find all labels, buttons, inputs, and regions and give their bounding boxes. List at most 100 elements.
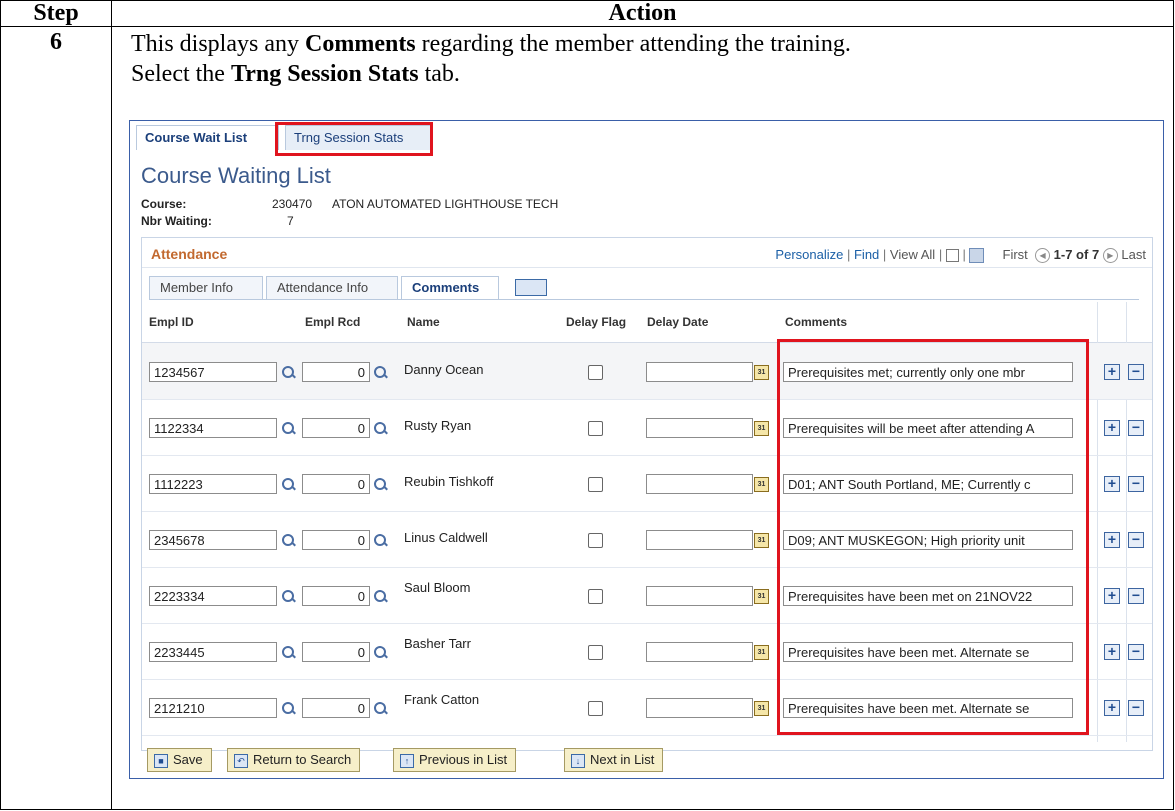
delete-row-icon[interactable]: − (1128, 476, 1144, 492)
calendar-icon[interactable]: 31 (754, 589, 769, 604)
empl-rcd-field[interactable]: 0 (302, 642, 370, 662)
grid-header: Attendance Personalize | Find | View All… (142, 238, 1152, 268)
col-delay-flag: Delay Flag (566, 315, 627, 329)
delay-flag-checkbox[interactable] (588, 645, 603, 660)
delay-flag-checkbox[interactable] (588, 701, 603, 716)
empl-id-field[interactable]: 1234567 (149, 362, 277, 382)
next-page-icon[interactable]: ▶ (1102, 248, 1118, 264)
calendar-icon[interactable]: 31 (754, 701, 769, 716)
delete-row-icon[interactable]: − (1128, 700, 1144, 716)
find-link[interactable]: Find (854, 247, 879, 262)
empl-id-field[interactable]: 2121210 (149, 698, 277, 718)
nbr-waiting-label: Nbr Waiting: (141, 214, 212, 228)
member-name: Saul Bloom (404, 580, 471, 595)
next-list-icon: ↓ (571, 753, 585, 768)
next-in-list-button[interactable]: ↓ Next in List (564, 748, 664, 772)
grid-title: Attendance (151, 246, 228, 262)
tab-comments[interactable]: Comments (401, 276, 499, 299)
delay-flag-checkbox[interactable] (588, 421, 603, 436)
add-row-icon[interactable]: + (1104, 588, 1120, 604)
delete-row-icon[interactable]: − (1128, 644, 1144, 660)
save-button[interactable]: ■ Save (147, 748, 212, 772)
add-row-icon[interactable]: + (1104, 644, 1120, 660)
view-all-link[interactable]: View All (890, 247, 935, 262)
lookup-icon[interactable] (373, 365, 387, 379)
delay-date-field[interactable] (646, 474, 753, 494)
zoom-icon[interactable] (945, 249, 959, 263)
col-name: Name (407, 315, 440, 329)
member-name: Basher Tarr (404, 636, 471, 651)
calendar-icon[interactable]: 31 (754, 421, 769, 436)
delay-date-field[interactable] (646, 642, 753, 662)
lookup-icon[interactable] (373, 701, 387, 715)
empl-rcd-field[interactable]: 0 (302, 530, 370, 550)
delete-row-icon[interactable]: − (1128, 420, 1144, 436)
delay-flag-checkbox[interactable] (588, 589, 603, 604)
col-empl-id: Empl ID (149, 315, 194, 329)
lookup-icon[interactable] (373, 589, 387, 603)
delete-row-icon[interactable]: − (1128, 588, 1144, 604)
previous-in-list-button[interactable]: ↑ Previous in List (393, 748, 517, 772)
member-name: Danny Ocean (404, 362, 484, 377)
personalize-link[interactable]: Personalize (775, 247, 843, 262)
first-link[interactable]: First (1003, 247, 1028, 262)
delay-date-field[interactable] (646, 362, 753, 382)
lookup-icon[interactable] (281, 365, 295, 379)
empl-rcd-field[interactable]: 0 (302, 698, 370, 718)
delay-flag-checkbox[interactable] (588, 477, 603, 492)
delay-date-field[interactable] (646, 418, 753, 438)
lookup-icon[interactable] (373, 533, 387, 547)
download-grid-icon[interactable] (969, 248, 985, 264)
course-label: Course: (141, 197, 187, 211)
empl-id-field[interactable]: 1122334 (149, 418, 277, 438)
add-row-icon[interactable]: + (1104, 700, 1120, 716)
previous-page-icon[interactable]: ◀ (1035, 248, 1051, 264)
lookup-icon[interactable] (281, 589, 295, 603)
empl-rcd-field[interactable]: 0 (302, 362, 370, 382)
lookup-icon[interactable] (281, 533, 295, 547)
add-row-icon[interactable]: + (1104, 532, 1120, 548)
add-row-icon[interactable]: + (1104, 476, 1120, 492)
tab-attendance-info[interactable]: Attendance Info (266, 276, 398, 299)
return-to-search-button[interactable]: ↶ Return to Search (227, 748, 361, 772)
delay-date-field[interactable] (646, 698, 753, 718)
step-number: 6 (0, 26, 112, 810)
empl-rcd-field[interactable]: 0 (302, 418, 370, 438)
empl-id-field[interactable]: 1112223 (149, 474, 277, 494)
calendar-icon[interactable]: 31 (754, 477, 769, 492)
calendar-icon[interactable]: 31 (754, 645, 769, 660)
row-range: 1-7 of 7 (1053, 247, 1100, 262)
tab-divider (149, 299, 1139, 300)
lookup-icon[interactable] (373, 645, 387, 659)
delay-date-field[interactable] (646, 586, 753, 606)
lookup-icon[interactable] (281, 645, 295, 659)
member-name: Reubin Tishkoff (404, 474, 494, 489)
delay-date-field[interactable] (646, 530, 753, 550)
save-icon: ■ (154, 753, 168, 768)
calendar-icon[interactable]: 31 (754, 533, 769, 548)
lookup-icon[interactable] (373, 477, 387, 491)
lookup-icon[interactable] (281, 421, 295, 435)
empl-id-field[interactable]: 2233445 (149, 642, 277, 662)
tab-member-info[interactable]: Member Info (149, 276, 263, 299)
last-link[interactable]: Last (1121, 247, 1146, 262)
empl-id-field[interactable]: 2223334 (149, 586, 277, 606)
highlight-box-tab (275, 122, 433, 156)
empl-rcd-field[interactable]: 0 (302, 586, 370, 606)
add-row-icon[interactable]: + (1104, 364, 1120, 380)
calendar-icon[interactable]: 31 (754, 365, 769, 380)
empl-id-field[interactable]: 2345678 (149, 530, 277, 550)
add-row-icon[interactable]: + (1104, 420, 1120, 436)
delete-row-icon[interactable]: − (1128, 532, 1144, 548)
delay-flag-checkbox[interactable] (588, 533, 603, 548)
lookup-icon[interactable] (281, 477, 295, 491)
empl-rcd-field[interactable]: 0 (302, 474, 370, 494)
step-column-header: Step (0, 0, 112, 27)
lookup-icon[interactable] (373, 421, 387, 435)
tab-course-wait-list[interactable]: Course Wait List (136, 125, 279, 150)
delay-flag-checkbox[interactable] (588, 365, 603, 380)
course-waiting-list-screenshot: Course Wait List Trng Session Stats Cour… (129, 120, 1164, 779)
show-all-columns-icon[interactable] (515, 279, 547, 296)
lookup-icon[interactable] (281, 701, 295, 715)
delete-row-icon[interactable]: − (1128, 364, 1144, 380)
